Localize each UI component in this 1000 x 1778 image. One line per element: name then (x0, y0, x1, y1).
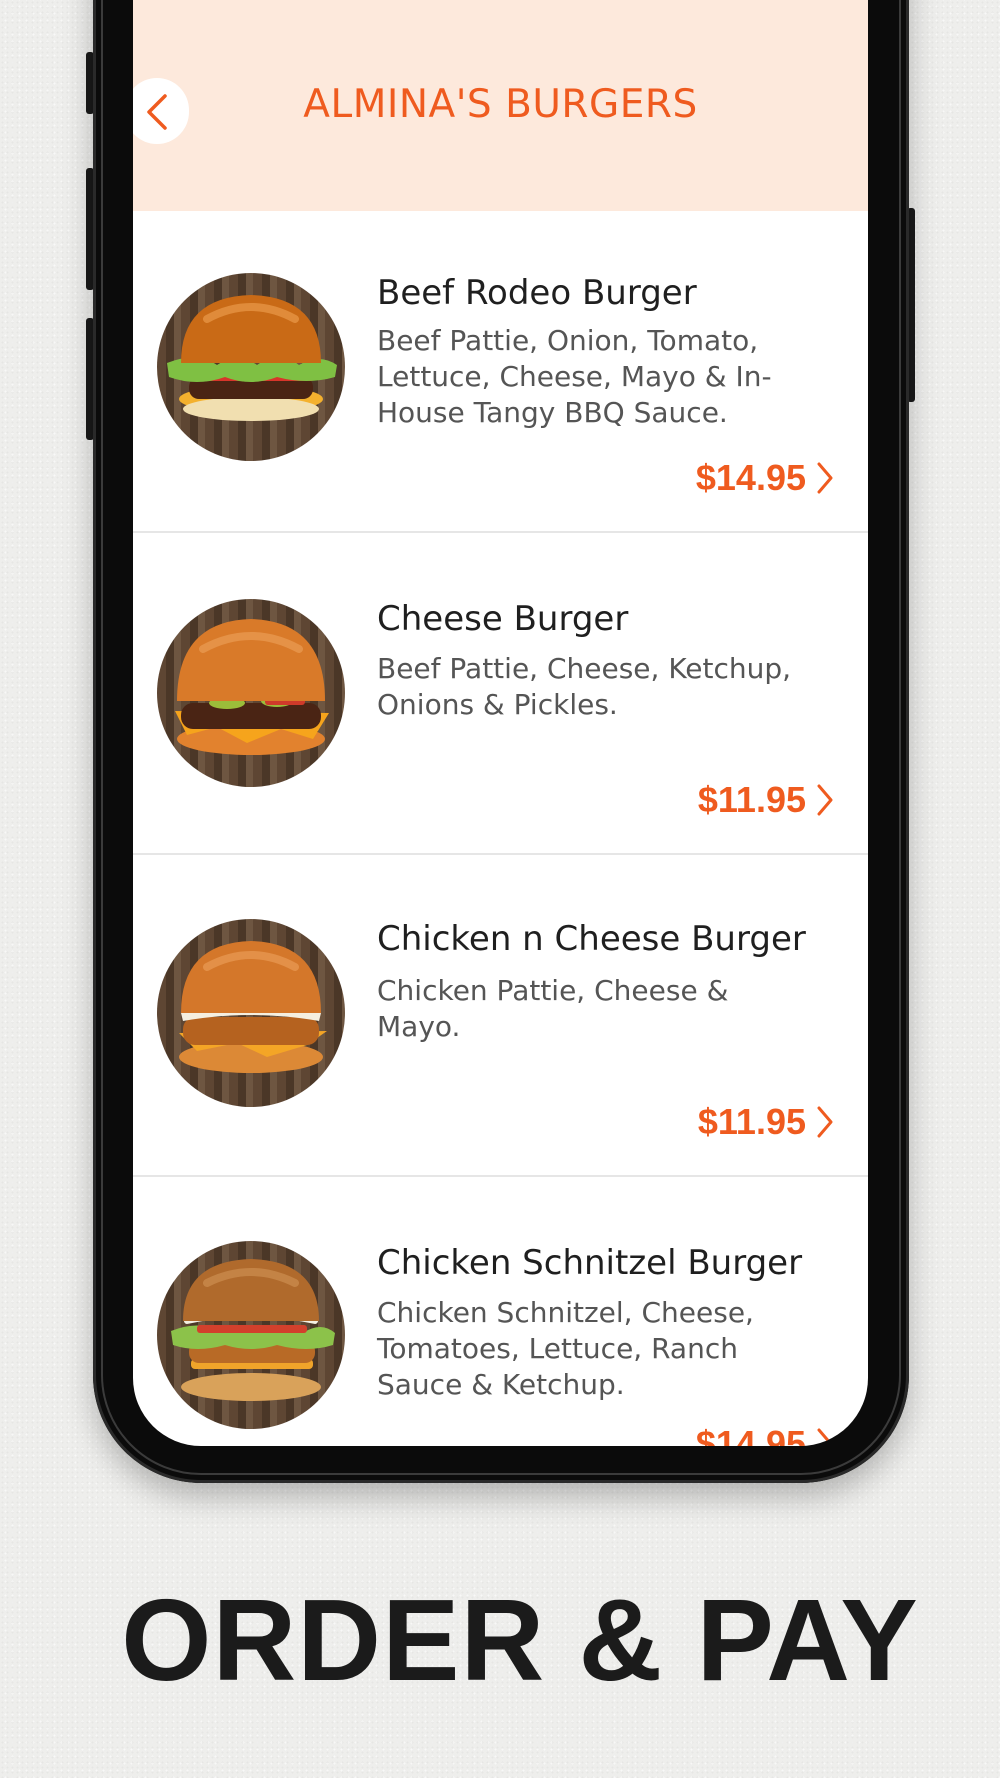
chevron-right-icon (816, 1106, 834, 1138)
menu-item[interactable]: Cheese Burger Beef Pattie, Cheese, Ketch… (133, 533, 868, 855)
item-price[interactable]: $14.95 (696, 1423, 834, 1446)
burger-image (157, 1241, 345, 1429)
item-description: Beef Pattie, Onion, Tomato, Lettuce, Che… (377, 324, 772, 429)
item-price[interactable]: $11.95 (698, 1101, 834, 1143)
menu-item[interactable]: Chicken Schnitzel Burger Chicken Schnitz… (133, 1177, 868, 1446)
menu-item[interactable]: Chicken n Cheese Burger Chicken Pattie, … (133, 855, 868, 1177)
item-description: Chicken Schnitzel, Cheese, Tomatoes, Let… (377, 1296, 754, 1401)
price-text: $14.95 (695, 1423, 806, 1446)
item-description: Chicken Pattie, Cheese & Mayo. (377, 974, 729, 1043)
chevron-right-icon (816, 1428, 834, 1446)
item-name: Chicken Schnitzel Burger (377, 1243, 803, 1283)
item-name: Cheese Burger (377, 599, 629, 639)
item-description: Beef Pattie, Cheese, Ketchup, Onions & P… (377, 652, 792, 721)
menu-item[interactable]: Beef Rodeo Burger Beef Pattie, Onion, To… (133, 211, 868, 533)
app-screen: ALMINA'S BURGERS Beef Rodeo Burger Beef … (133, 0, 868, 1446)
item-name: Beef Rodeo Burger (377, 273, 697, 313)
price-text: $14.95 (695, 457, 806, 498)
chevron-right-icon (816, 462, 834, 494)
price-text: $11.95 (697, 779, 806, 820)
promo-caption: ORDER & PAY (121, 1575, 919, 1705)
burger-image (157, 273, 345, 461)
item-price[interactable]: $11.95 (698, 779, 834, 821)
restaurant-title: ALMINA'S BURGERS (303, 82, 698, 127)
item-name: Chicken n Cheese Burger (377, 919, 806, 959)
chevron-right-icon (816, 784, 834, 816)
burger-image (157, 599, 345, 787)
item-price[interactable]: $14.95 (696, 457, 834, 499)
price-text: $11.95 (697, 1101, 806, 1142)
burger-image (157, 919, 345, 1107)
app-header: ALMINA'S BURGERS (133, 0, 868, 211)
